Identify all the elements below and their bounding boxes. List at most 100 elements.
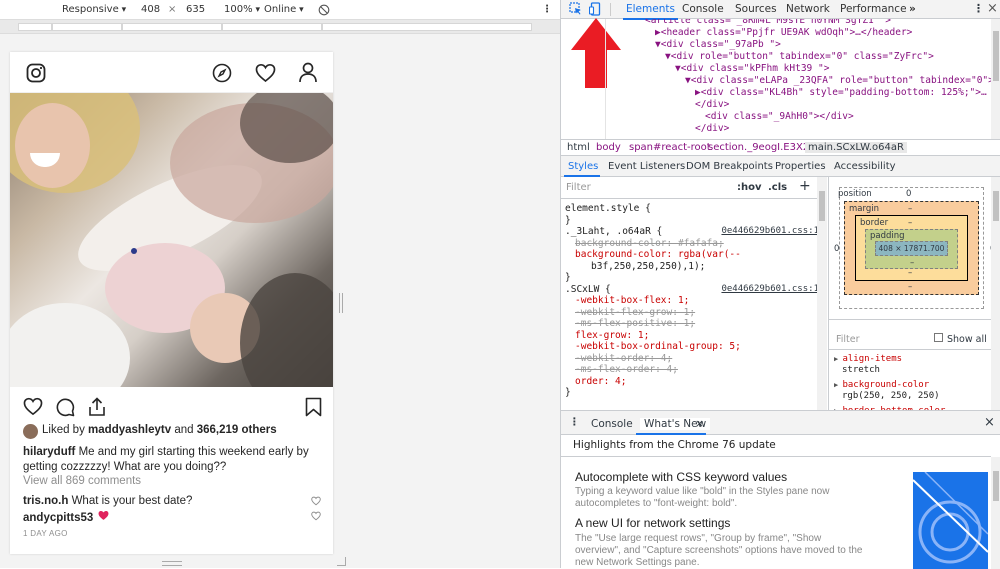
tab-elements[interactable]: Elements <box>623 3 678 20</box>
liker-avatar[interactable] <box>23 424 38 439</box>
computed-property-name[interactable]: ▶ background-color <box>834 380 929 390</box>
css-selector-line[interactable]: .SCxLW { <box>565 284 611 295</box>
instagram-logo-icon[interactable] <box>26 63 46 86</box>
css-property-line[interactable]: -ms-flex-order: 4; <box>575 364 678 375</box>
likes-count[interactable]: 366,219 others <box>197 424 277 436</box>
more-options-icon[interactable]: ⋮ <box>542 4 552 15</box>
comment-like-heart-icon[interactable] <box>311 511 321 524</box>
liked-by-username[interactable]: maddyashleytv <box>88 424 171 436</box>
drawer-close-icon[interactable]: × <box>984 415 995 430</box>
drawer-menu-icon[interactable]: ⋮ <box>569 416 579 428</box>
styles-filter-input[interactable]: Filter <box>566 182 591 193</box>
show-all-label: Show all <box>947 334 987 345</box>
width-input[interactable]: 408 <box>141 4 160 15</box>
css-property-line[interactable]: order: 4; <box>575 376 626 387</box>
device-toggle-icon[interactable] <box>588 2 601 19</box>
position-left-value: 0 <box>834 244 840 254</box>
css-property-line[interactable]: background-color: rgba(var(-- <box>575 249 741 260</box>
share-icon[interactable] <box>87 397 107 420</box>
new-style-rule-button[interactable]: + <box>799 178 811 194</box>
dom-node-line[interactable]: ▼<div class="_97aPb "> <box>655 39 781 50</box>
save-bookmark-icon[interactable] <box>305 397 322 420</box>
css-property-line[interactable]: -webkit-box-flex: 1; <box>575 295 689 306</box>
dom-node-line[interactable]: ▶<header class="Ppjfr UE9AK wdOqh">…</he… <box>655 27 912 38</box>
css-property-line[interactable]: -webkit-box-ordinal-group: 5; <box>575 341 741 352</box>
css-property-line[interactable]: b3f,250,250,250),1); <box>591 261 705 272</box>
breadcrumb-body[interactable]: body <box>596 142 621 153</box>
network-throttle-select[interactable]: Online <box>264 4 304 15</box>
activity-heart-icon[interactable] <box>255 63 276 86</box>
rotate-icon[interactable] <box>318 4 330 19</box>
breadcrumb-main[interactable]: main.SCxLW.o64aR <box>805 142 907 153</box>
cls-toggle[interactable]: .cls <box>768 182 787 193</box>
css-property-line[interactable]: background-color: #fafafa; <box>575 238 724 249</box>
comment-text: What is your best date? <box>71 495 193 507</box>
dom-node-line[interactable]: ▼<div class="eLAPa _23QFA" role="button"… <box>685 75 994 86</box>
profile-icon[interactable] <box>298 62 318 86</box>
breadcrumb-react-root[interactable]: span#react-root <box>629 142 711 153</box>
styles-pane: Filter :hov .cls + element.style {} ._3La… <box>561 177 827 410</box>
tab-console[interactable]: Console <box>682 3 724 15</box>
resize-handle-bottom[interactable] <box>162 561 182 566</box>
dom-node-line[interactable]: </div> <box>695 99 729 110</box>
resize-handle-corner[interactable] <box>337 557 346 566</box>
post-photo[interactable] <box>10 93 333 387</box>
dom-node-line[interactable]: <article class="_8Rm4L M9sTE h0YNM SgTZ1… <box>645 19 891 26</box>
feature-title[interactable]: A new UI for network settings <box>575 516 730 530</box>
subtab-dom-breakpoints[interactable]: DOM Breakpoints <box>686 161 773 172</box>
device-select[interactable]: Responsive <box>62 4 126 15</box>
dom-node-line[interactable]: </div> <box>695 123 729 134</box>
height-input[interactable]: 635 <box>186 4 205 15</box>
zoom-select[interactable]: 100% <box>224 4 260 15</box>
explore-compass-icon[interactable] <box>212 63 232 86</box>
css-selector-line[interactable]: element.style { <box>565 203 651 214</box>
styles-scrollbar-thumb[interactable] <box>819 191 825 221</box>
css-property-line[interactable]: flex-grow: 1; <box>575 330 649 341</box>
css-source-link[interactable]: 0e446629b601.css:1 <box>721 284 819 294</box>
dom-node-line[interactable]: ▼<div role="button" tabindex="0" class="… <box>665 51 934 62</box>
comment-username[interactable]: tris.no.h <box>23 495 68 507</box>
css-line-text: -ms-flex-positive: 1; <box>575 318 696 329</box>
resize-handle-right[interactable] <box>339 293 343 313</box>
subtab-accessibility[interactable]: Accessibility <box>834 161 896 172</box>
like-heart-icon[interactable] <box>23 397 43 419</box>
hov-toggle[interactable]: :hov <box>737 182 762 193</box>
comment-like-heart-icon[interactable] <box>311 496 321 509</box>
computed-scrollbar-thumb[interactable] <box>993 191 999 221</box>
view-all-comments-link[interactable]: View all 869 comments <box>23 475 141 487</box>
computed-filter-input[interactable]: Filter <box>836 334 860 345</box>
tab-sources[interactable]: Sources <box>735 3 777 15</box>
css-source-link[interactable]: 0e446629b601.css:1 <box>721 226 819 236</box>
tab-performance[interactable]: Performance <box>840 3 907 15</box>
subtab-event-listeners[interactable]: Event Listeners <box>608 161 685 172</box>
dom-scrollbar-thumb[interactable] <box>993 31 999 81</box>
subtab-styles[interactable]: Styles <box>568 161 598 172</box>
comment-bubble-icon[interactable] <box>55 397 75 420</box>
drawer-tab-close-icon[interactable]: × <box>695 418 704 430</box>
css-selector-line[interactable]: ._3Laht, .o64aR { <box>565 226 662 237</box>
css-property-line[interactable]: -webkit-order: 4; <box>575 353 672 364</box>
inspect-element-icon[interactable] <box>569 2 582 18</box>
dom-node-line[interactable]: <div class="_9AhH0"></div> <box>705 111 854 122</box>
drawer-tab-console[interactable]: Console <box>591 418 633 430</box>
computed-property-name[interactable]: ▶ align-items <box>834 354 902 364</box>
feature-title[interactable]: Autocomplete with CSS keyword values <box>575 470 787 484</box>
dom-node-line[interactable]: ▶<div class="KL4Bh" style="padding-botto… <box>695 87 987 98</box>
css-property-line[interactable]: -ms-flex-positive: 1; <box>575 318 695 329</box>
css-property-line[interactable]: -webkit-flex-grow: 1; <box>575 307 695 318</box>
instagram-post: Liked by maddyashleytv and 366,219 other… <box>10 52 333 554</box>
caption-username[interactable]: hilaryduff <box>23 446 75 458</box>
breadcrumb-section[interactable]: section._9eogI.E3X2T <box>708 142 815 153</box>
drawer-scrollbar-thumb[interactable] <box>993 471 999 501</box>
subtab-properties[interactable]: Properties <box>775 161 826 172</box>
more-tabs-chevron-icon[interactable]: » <box>909 3 916 15</box>
comment-username[interactable]: andycpitts53 <box>23 512 93 524</box>
show-all-checkbox[interactable] <box>934 333 943 342</box>
boxmodel-content[interactable]: 408 × 17871.700 <box>875 241 948 256</box>
devtools-close-icon[interactable]: × <box>987 1 998 16</box>
tab-network[interactable]: Network <box>786 3 830 15</box>
devtools-menu-icon[interactable]: ⋮ <box>973 2 984 15</box>
breadcrumb-html[interactable]: html <box>567 142 590 153</box>
dom-node-line[interactable]: ▼<div class="kPFhm kHt39 "> <box>675 63 829 74</box>
css-rule-close: } <box>565 387 571 398</box>
